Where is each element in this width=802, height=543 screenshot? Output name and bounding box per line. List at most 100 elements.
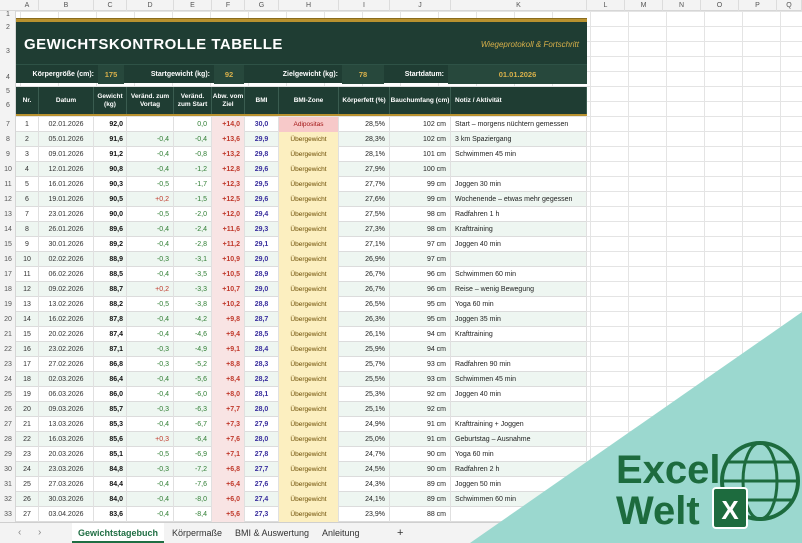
cell-note[interactable] bbox=[451, 342, 587, 357]
cell-change-prev[interactable]: -0,4 bbox=[127, 147, 174, 162]
cell-weight[interactable]: 86,8 bbox=[94, 357, 127, 372]
cell-waist[interactable]: 88 cm bbox=[390, 507, 451, 522]
cell-nr[interactable]: 11 bbox=[16, 267, 39, 282]
cell-bmi-zone[interactable]: Übergewicht bbox=[279, 132, 339, 147]
cell-nr[interactable]: 17 bbox=[16, 357, 39, 372]
cell-date[interactable]: 30.01.2026 bbox=[39, 237, 94, 252]
cell-deviation[interactable]: +14,0 bbox=[212, 117, 245, 132]
cell-change-prev[interactable]: -0,4 bbox=[127, 312, 174, 327]
cell-bmi-zone[interactable]: Übergewicht bbox=[279, 207, 339, 222]
cell-change-start[interactable]: -3,1 bbox=[174, 252, 212, 267]
cell-bmi-zone[interactable]: Adipositas bbox=[279, 117, 339, 132]
cell-date[interactable]: 02.02.2026 bbox=[39, 252, 94, 267]
cell-bmi[interactable]: 29,5 bbox=[245, 177, 279, 192]
cell-change-prev[interactable]: -0,5 bbox=[127, 297, 174, 312]
cell-bodyfat[interactable]: 25,1% bbox=[339, 402, 390, 417]
row-header-8[interactable]: 8 bbox=[0, 132, 16, 147]
cell-change-start[interactable]: -1,5 bbox=[174, 192, 212, 207]
cell-waist[interactable]: 99 cm bbox=[390, 192, 451, 207]
cell-bmi-zone[interactable]: Übergewicht bbox=[279, 312, 339, 327]
row-header-14[interactable]: 14 bbox=[0, 222, 16, 237]
cell-weight[interactable]: 90,8 bbox=[94, 162, 127, 177]
cell-nr[interactable]: 18 bbox=[16, 372, 39, 387]
cell-bmi-zone[interactable]: Übergewicht bbox=[279, 447, 339, 462]
tab-bmi-auswertung[interactable]: BMI & Auswertung bbox=[235, 523, 309, 543]
cell-note[interactable]: Yoga 60 min bbox=[451, 447, 587, 462]
cell-bmi-zone[interactable]: Übergewicht bbox=[279, 462, 339, 477]
column-header-d[interactable]: D bbox=[127, 0, 174, 11]
cell-nr[interactable]: 5 bbox=[16, 177, 39, 192]
cell-note[interactable]: Geburtstag – Ausnahme bbox=[451, 432, 587, 447]
cell-change-prev[interactable]: -0,5 bbox=[127, 447, 174, 462]
cell-weight[interactable]: 83,6 bbox=[94, 507, 127, 522]
cell-bodyfat[interactable]: 27,6% bbox=[339, 192, 390, 207]
cell-note[interactable] bbox=[451, 402, 587, 417]
cell-bodyfat[interactable]: 24,9% bbox=[339, 417, 390, 432]
cell-note[interactable]: Wochenende – etwas mehr gegessen bbox=[451, 192, 587, 207]
cell-date[interactable]: 06.03.2026 bbox=[39, 387, 94, 402]
cell-change-prev[interactable]: +0,3 bbox=[127, 432, 174, 447]
cell-waist[interactable]: 91 cm bbox=[390, 432, 451, 447]
cell-change-start[interactable]: -3,5 bbox=[174, 267, 212, 282]
cell-bmi[interactable]: 29,1 bbox=[245, 237, 279, 252]
cell-bodyfat[interactable]: 26,7% bbox=[339, 267, 390, 282]
cell-deviation[interactable]: +5,6 bbox=[212, 507, 245, 522]
cell-waist[interactable]: 90 cm bbox=[390, 447, 451, 462]
cell-deviation[interactable]: +11,6 bbox=[212, 222, 245, 237]
cell-change-prev[interactable]: -0,4 bbox=[127, 327, 174, 342]
cell-bodyfat[interactable]: 26,1% bbox=[339, 327, 390, 342]
cell-nr[interactable]: 25 bbox=[16, 477, 39, 492]
cell-change-prev[interactable] bbox=[127, 117, 174, 132]
column-header-c[interactable]: C bbox=[94, 0, 127, 11]
cell-bmi-zone[interactable]: Übergewicht bbox=[279, 177, 339, 192]
start-weight-value[interactable]: 92 bbox=[214, 65, 244, 84]
cell-date[interactable]: 26.01.2026 bbox=[39, 222, 94, 237]
row-header-15[interactable]: 15 bbox=[0, 237, 16, 252]
cell-bmi[interactable]: 28,0 bbox=[245, 432, 279, 447]
cell-date[interactable]: 23.01.2026 bbox=[39, 207, 94, 222]
column-header-p[interactable]: P bbox=[739, 0, 777, 11]
cell-change-prev[interactable]: -0,4 bbox=[127, 267, 174, 282]
cell-note[interactable]: Radfahren 2 h bbox=[451, 462, 587, 477]
cell-change-start[interactable]: -8,4 bbox=[174, 507, 212, 522]
cell-note[interactable] bbox=[451, 162, 587, 177]
cell-note[interactable]: Start – morgens nüchtern gemessen bbox=[451, 117, 587, 132]
cell-weight[interactable]: 87,4 bbox=[94, 327, 127, 342]
cell-bmi-zone[interactable]: Übergewicht bbox=[279, 267, 339, 282]
cell-weight[interactable]: 87,8 bbox=[94, 312, 127, 327]
cell-bodyfat[interactable]: 24,5% bbox=[339, 462, 390, 477]
cell-deviation[interactable]: +9,1 bbox=[212, 342, 245, 357]
cell-bodyfat[interactable]: 24,1% bbox=[339, 492, 390, 507]
cell-weight[interactable]: 84,8 bbox=[94, 462, 127, 477]
cell-weight[interactable]: 85,1 bbox=[94, 447, 127, 462]
cell-change-prev[interactable]: -0,3 bbox=[127, 342, 174, 357]
cell-date[interactable]: 23.02.2026 bbox=[39, 342, 94, 357]
cell-weight[interactable]: 89,6 bbox=[94, 222, 127, 237]
cell-nr[interactable]: 22 bbox=[16, 432, 39, 447]
cell-deviation[interactable]: +10,5 bbox=[212, 267, 245, 282]
cell-waist[interactable]: 92 cm bbox=[390, 387, 451, 402]
cell-bmi-zone[interactable]: Übergewicht bbox=[279, 372, 339, 387]
cell-weight[interactable]: 84,0 bbox=[94, 492, 127, 507]
column-header-f[interactable]: F bbox=[212, 0, 245, 11]
cell-date[interactable]: 27.02.2026 bbox=[39, 357, 94, 372]
cell-bmi[interactable]: 27,4 bbox=[245, 492, 279, 507]
cell-change-start[interactable]: -4,6 bbox=[174, 327, 212, 342]
cell-bmi-zone[interactable]: Übergewicht bbox=[279, 147, 339, 162]
cell-date[interactable]: 19.01.2026 bbox=[39, 192, 94, 207]
cell-waist[interactable]: 93 cm bbox=[390, 357, 451, 372]
row-header-16[interactable]: 16 bbox=[0, 252, 16, 267]
cell-waist[interactable]: 102 cm bbox=[390, 117, 451, 132]
cell-date[interactable]: 30.03.2026 bbox=[39, 492, 94, 507]
cell-bodyfat[interactable]: 25,9% bbox=[339, 342, 390, 357]
cell-bmi[interactable]: 28,8 bbox=[245, 297, 279, 312]
cell-nr[interactable]: 26 bbox=[16, 492, 39, 507]
next-sheet-arrow-icon[interactable]: › bbox=[38, 523, 41, 543]
cell-change-start[interactable]: -6,0 bbox=[174, 387, 212, 402]
cell-note[interactable]: Schwimmen 60 min bbox=[451, 492, 587, 507]
row-header-24[interactable]: 24 bbox=[0, 372, 16, 387]
cell-bmi[interactable]: 29,4 bbox=[245, 207, 279, 222]
cell-bmi-zone[interactable]: Übergewicht bbox=[279, 327, 339, 342]
cell-waist[interactable]: 94 cm bbox=[390, 342, 451, 357]
cell-change-prev[interactable]: -0,4 bbox=[127, 507, 174, 522]
